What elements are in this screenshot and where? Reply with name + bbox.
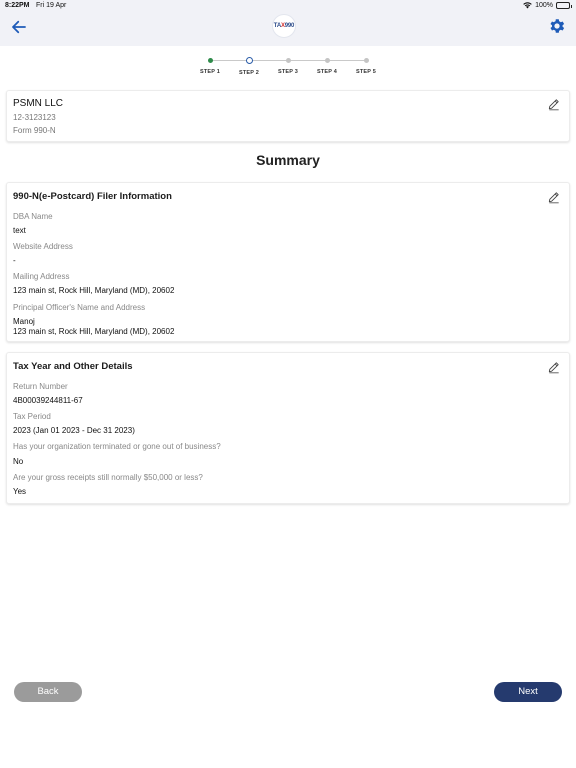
status-date: Fri 19 Apr [36,2,67,9]
gross-receipts-question-label: Are your gross receipts still normally $… [13,473,203,482]
principal-officer-address: 123 main st, Rock Hill, Maryland (MD), 2… [13,327,175,336]
return-number-label: Return Number [13,382,68,391]
app-header: TAX990 [0,12,576,46]
step-5-dot [363,57,369,63]
tax-section-title: Tax Year and Other Details [13,361,133,372]
step-3-label: STEP 3 [277,68,299,75]
step-3-dot [285,57,291,63]
step-5: STEP 5 [346,56,386,75]
gear-icon[interactable] [548,17,566,35]
tax-details-card: Tax Year and Other Details Return Number… [6,352,570,504]
step-1-label: STEP 1 [199,68,221,75]
step-1: STEP 1 [190,56,230,75]
organization-ein: 12-3123123 [13,113,56,122]
summary-title: Summary [256,152,320,168]
logo-prefix: TA [273,23,281,29]
back-button[interactable]: Back [14,682,82,702]
principal-officer-label: Principal Officer's Name and Address [13,303,146,312]
edit-tax-details-icon[interactable] [547,360,561,374]
dba-name-value: text [13,226,26,235]
battery-percent: 100% [535,2,553,9]
progress-stepper: STEP 1 STEP 2 STEP 3 STEP 4 STEP 5 [190,56,386,80]
step-4-label: STEP 4 [316,68,338,75]
step-5-label: STEP 5 [355,68,377,75]
step-4: STEP 4 [307,56,347,75]
step-4-dot [324,57,330,63]
back-arrow-icon[interactable] [10,18,28,36]
tax990-logo: TAX990 [272,14,296,38]
content-area: STEP 1 STEP 2 STEP 3 STEP 4 STEP 5 PSMN … [0,46,576,768]
gross-receipts-question-value: Yes [13,487,27,496]
filer-information-card: 990-N(e-Postcard) Filer Information DBA … [6,182,570,342]
organization-name: PSMN LLC [13,98,64,109]
wifi-icon [523,2,532,9]
step-3: STEP 3 [268,56,308,75]
edit-organization-icon[interactable] [547,97,561,111]
terminated-question-label: Has your organization terminated or gone… [13,442,221,451]
mailing-address-label: Mailing Address [13,272,70,281]
next-button[interactable]: Next [494,682,562,702]
step-2-label: STEP 2 [238,69,260,76]
dba-name-label: DBA Name [13,212,53,221]
battery-icon [556,2,572,9]
step-2: STEP 2 [229,56,269,76]
website-value: - [13,256,16,265]
website-label: Website Address [13,242,73,251]
organization-card: PSMN LLC 12-3123123 Form 990-N [6,90,570,142]
filer-section-title: 990-N(e-Postcard) Filer Information [13,191,172,202]
organization-form: Form 990-N [13,126,56,135]
step-1-dot [207,57,213,63]
return-number-value: 4B00039244811-67 [13,396,83,405]
status-time: 8:22PM [5,2,30,9]
mailing-address-value: 123 main st, Rock Hill, Maryland (MD), 2… [13,286,175,295]
status-bar: 8:22PM Fri 19 Apr 100% [0,0,576,12]
edit-filer-info-icon[interactable] [547,190,561,204]
tax-period-label: Tax Period [13,412,51,421]
logo-suffix: 990 [284,23,295,29]
terminated-question-value: No [13,457,24,466]
tax-period-value: 2023 (Jan 01 2023 - Dec 31 2023) [13,426,135,435]
status-right: 100% [523,2,572,9]
step-2-dot [245,56,253,64]
